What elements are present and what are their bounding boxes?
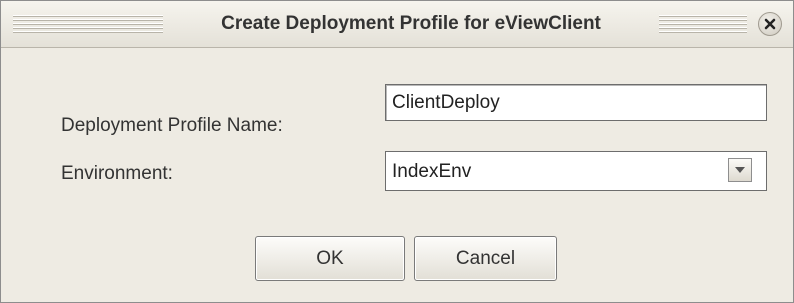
environment-label: Environment: (61, 163, 173, 184)
ok-button[interactable]: OK (255, 236, 405, 281)
title-bar-grip-left (13, 15, 163, 33)
title-bar[interactable]: Create Deployment Profile for eViewClien… (1, 1, 793, 48)
create-deployment-profile-dialog: Create Deployment Profile for eViewClien… (0, 0, 794, 303)
environment-select[interactable]: IndexEnv (385, 151, 767, 191)
environment-dropdown-button[interactable] (728, 158, 752, 182)
profile-name-input[interactable]: ClientDeploy (385, 84, 767, 121)
close-icon (764, 18, 776, 30)
profile-name-value: ClientDeploy (392, 92, 500, 113)
environment-selected-value: IndexEnv (392, 161, 472, 182)
cancel-button-label: Cancel (455, 248, 516, 269)
dialog-title: Create Deployment Profile for eViewClien… (221, 13, 601, 34)
cancel-button[interactable]: Cancel (414, 236, 557, 281)
title-bar-grip-right (659, 15, 747, 33)
profile-name-label: Deployment Profile Name: (61, 115, 283, 136)
ok-button-label: OK (316, 248, 344, 269)
close-button[interactable] (758, 12, 782, 36)
chevron-down-icon (735, 167, 745, 173)
